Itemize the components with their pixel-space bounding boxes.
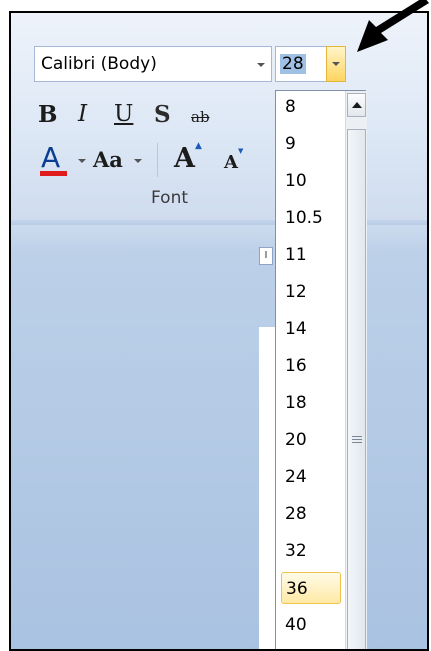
grow-font-button[interactable]: A xyxy=(174,143,195,174)
grip-line xyxy=(352,439,362,440)
font-size-option-11[interactable]: 11 xyxy=(281,239,341,271)
font-size-option-20[interactable]: 20 xyxy=(281,424,341,456)
strikethrough-button[interactable]: ab xyxy=(191,108,210,126)
black-arrow-icon xyxy=(357,0,429,52)
font-size-value[interactable]: 28 xyxy=(280,54,306,74)
word-ribbon-window: Calibri (Body) 28 B I U S ab A Aa A ▲ A … xyxy=(9,11,429,651)
grip-line xyxy=(352,436,362,437)
chevron-down-icon[interactable] xyxy=(134,159,142,163)
font-size-option-28[interactable]: 28 xyxy=(281,498,341,530)
font-color-button[interactable]: A xyxy=(41,141,60,174)
scroll-up-arrow-icon[interactable] xyxy=(347,93,366,117)
shrink-arrow-icon: ▼ xyxy=(238,147,244,155)
font-name-combo[interactable]: Calibri (Body) xyxy=(34,46,272,82)
font-color-bar xyxy=(40,171,67,176)
font-size-option-36[interactable]: 36 xyxy=(281,572,341,604)
font-size-option-16[interactable]: 16 xyxy=(281,350,341,382)
font-size-dropdown-button[interactable] xyxy=(326,46,346,82)
tab-stop-selector[interactable]: I xyxy=(259,247,273,265)
italic-button[interactable]: I xyxy=(78,101,87,127)
chevron-down-icon[interactable] xyxy=(257,63,265,67)
shadow-button[interactable]: S xyxy=(154,101,171,128)
font-size-dropdown-list[interactable]: 8 9 10 10.5 11 12 14 16 18 20 24 28 32 3… xyxy=(275,90,367,649)
font-group-label: Font xyxy=(151,188,189,208)
font-size-option-32[interactable]: 32 xyxy=(281,535,341,567)
font-size-option-10[interactable]: 10 xyxy=(281,165,341,197)
change-case-button[interactable]: Aa xyxy=(93,147,123,172)
shrink-font-button[interactable]: A xyxy=(224,152,238,173)
separator xyxy=(157,143,158,177)
grip-line xyxy=(352,442,362,443)
font-name-value: Calibri (Body) xyxy=(41,54,157,74)
font-size-option-8[interactable]: 8 xyxy=(281,91,341,123)
font-size-option-14[interactable]: 14 xyxy=(281,313,341,345)
chevron-down-icon xyxy=(332,62,340,66)
font-size-option-9[interactable]: 9 xyxy=(281,128,341,160)
chevron-down-icon[interactable] xyxy=(78,159,86,163)
font-size-option-40[interactable]: 40 xyxy=(281,609,341,641)
scrollbar-thumb[interactable] xyxy=(347,129,366,649)
dropdown-scrollbar[interactable] xyxy=(345,91,367,649)
grow-arrow-icon: ▲ xyxy=(195,141,202,151)
font-size-option-12[interactable]: 12 xyxy=(281,276,341,308)
underline-button[interactable]: U xyxy=(114,101,133,127)
font-size-option-18[interactable]: 18 xyxy=(281,387,341,419)
font-size-combo[interactable]: 28 xyxy=(275,46,346,82)
font-size-option-10-5[interactable]: 10.5 xyxy=(281,202,341,234)
bold-button[interactable]: B xyxy=(38,101,57,128)
font-size-option-24[interactable]: 24 xyxy=(281,461,341,493)
